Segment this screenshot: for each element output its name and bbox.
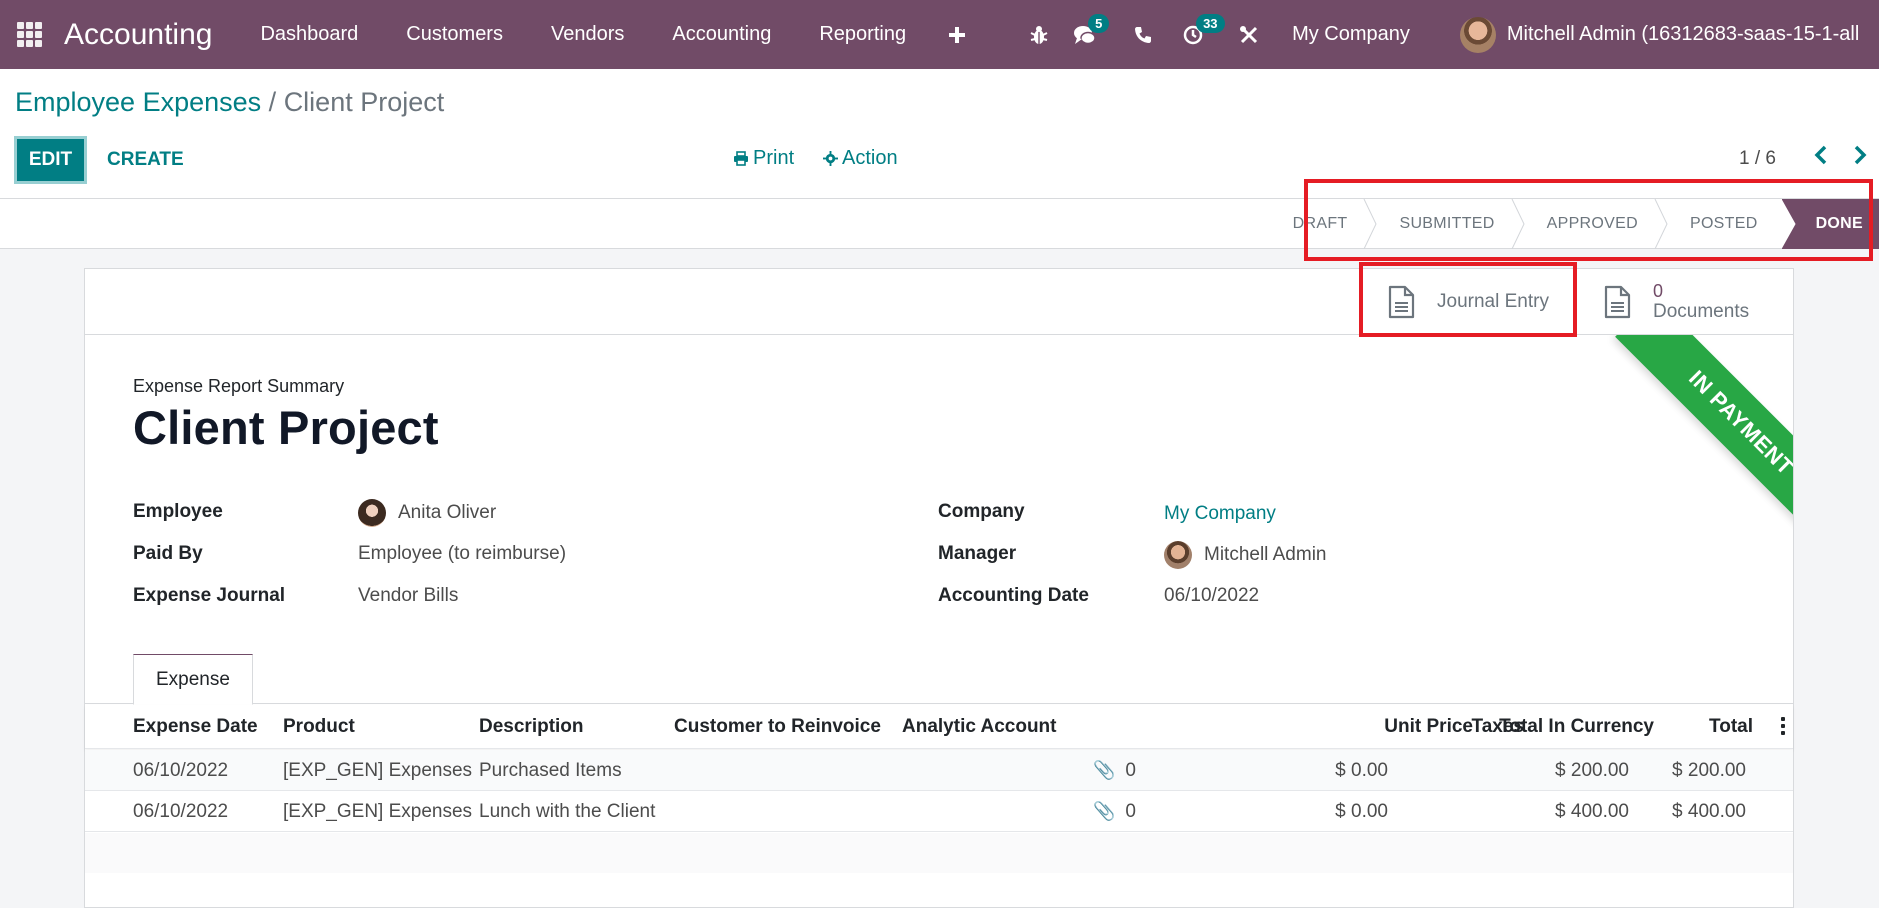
status-step-draft[interactable]: DRAFT: [1265, 199, 1378, 249]
paperclip-icon: 📎: [1093, 760, 1116, 780]
quick-create-button[interactable]: [934, 0, 980, 69]
documents-button[interactable]: 0 Documents: [1576, 269, 1795, 335]
top-navbar: Accounting Dashboard Customers Vendors A…: [0, 0, 1879, 69]
status-bar: DRAFT SUBMITTED APPROVED POSTED DONE: [0, 199, 1879, 249]
breadcrumb: Employee Expenses / Client Project: [15, 87, 444, 118]
company-field[interactable]: My Company: [1164, 503, 1276, 525]
print-label: Print: [753, 147, 795, 169]
attachment-count[interactable]: 📎 0: [1093, 801, 1136, 823]
documents-label: Documents: [1653, 301, 1750, 322]
control-panel: Employee Expenses / Client Project EDIT …: [0, 69, 1879, 199]
journal-entry-button[interactable]: Journal Entry: [1360, 269, 1576, 335]
paperclip-icon: 📎: [1093, 801, 1116, 821]
print-button[interactable]: Print: [733, 147, 794, 170]
gear-icon: [823, 151, 838, 166]
chevron-right-icon: [1854, 145, 1867, 165]
breadcrumb-parent[interactable]: Employee Expenses: [15, 87, 261, 117]
col-product[interactable]: Product: [283, 716, 355, 738]
manager-field[interactable]: Mitchell Admin: [1164, 541, 1327, 569]
status-step-submitted[interactable]: SUBMITTED: [1371, 199, 1525, 249]
plus-icon: [949, 26, 966, 43]
table-row[interactable]: 06/10/2022 [EXP_GEN] Expenses Lunch with…: [85, 791, 1793, 832]
pager-next-button[interactable]: [1853, 145, 1867, 171]
pager-previous-button[interactable]: [1814, 145, 1828, 171]
breadcrumb-separator: /: [268, 87, 277, 117]
status-step-posted[interactable]: POSTED: [1662, 199, 1782, 249]
user-avatar: [1459, 16, 1496, 53]
expense-table-header: Expense Date Product Description Custome…: [85, 705, 1793, 749]
col-unit-price[interactable]: Unit Price: [1384, 716, 1473, 738]
messages-button[interactable]: 5: [1062, 0, 1110, 69]
apps-menu-button[interactable]: [2, 0, 56, 69]
pager-value[interactable]: 1 / 6: [1739, 148, 1776, 170]
col-total-currency[interactable]: Total In Currency: [1499, 716, 1654, 738]
company-label: Company: [938, 501, 1025, 522]
status-step-approved[interactable]: APPROVED: [1519, 199, 1668, 249]
user-menu[interactable]: Mitchell Admin (16312683-saas-15-1-all: [1459, 16, 1860, 53]
documents-count: 0: [1653, 281, 1664, 301]
col-customer-reinvoice[interactable]: Customer to Reinvoice: [674, 716, 881, 738]
status-step-done[interactable]: DONE: [1781, 199, 1879, 249]
manager-label: Manager: [938, 543, 1017, 564]
action-button[interactable]: Action: [823, 147, 898, 170]
employee-avatar: [358, 499, 386, 527]
empty-table-row: [85, 833, 1793, 873]
messages-badge: 5: [1088, 14, 1110, 33]
attachment-count[interactable]: 📎 0: [1093, 760, 1136, 782]
form-title: Client Project: [133, 401, 439, 454]
ribbon-label: IN PAYMENT: [1615, 335, 1793, 545]
tab-expense[interactable]: Expense: [133, 654, 253, 705]
printer-icon: [734, 151, 748, 166]
user-name: Mitchell Admin (16312683-saas-15-1-all: [1506, 23, 1860, 45]
breadcrumb-current: Client Project: [283, 87, 445, 117]
manager-avatar: [1164, 541, 1192, 569]
optional-columns-toggle[interactable]: [1781, 717, 1785, 738]
col-analytic-account[interactable]: Analytic Account: [902, 716, 1057, 738]
expense-journal-field[interactable]: Vendor Bills: [358, 585, 458, 607]
form-sheet: Journal Entry 0 Documents IN PAYMENT Exp…: [84, 268, 1794, 908]
table-row[interactable]: 06/10/2022 [EXP_GEN] Expenses Purchased …: [85, 750, 1793, 791]
expense-journal-label: Expense Journal: [133, 585, 286, 606]
col-total[interactable]: Total: [1709, 716, 1753, 738]
phone-icon: [1135, 26, 1152, 43]
document-icon: [1388, 285, 1415, 319]
debug-button[interactable]: [1016, 0, 1062, 69]
chevron-left-icon: [1814, 145, 1827, 165]
action-label: Action: [842, 147, 898, 169]
journal-entry-label: Journal Entry: [1437, 291, 1549, 312]
col-description[interactable]: Description: [479, 716, 584, 738]
menu-vendors[interactable]: Vendors: [527, 23, 648, 46]
menu-dashboard[interactable]: Dashboard: [236, 23, 382, 46]
activities-badge: 33: [1196, 14, 1225, 33]
document-icon: [1604, 285, 1631, 319]
status-steps: DRAFT SUBMITTED APPROVED POSTED DONE: [1265, 199, 1879, 249]
form-subtitle: Expense Report Summary: [133, 376, 345, 396]
company-switcher[interactable]: My Company: [1292, 23, 1410, 46]
status-ribbon: IN PAYMENT: [1583, 335, 1793, 545]
bug-icon: [1030, 25, 1048, 44]
employee-field[interactable]: Anita Oliver: [358, 499, 496, 527]
menu-reporting[interactable]: Reporting: [795, 23, 930, 46]
activities-button[interactable]: 33: [1170, 0, 1225, 69]
tools-icon: [1240, 25, 1258, 43]
menu-customers[interactable]: Customers: [382, 23, 527, 46]
apps-grid-icon: [16, 22, 42, 47]
accounting-date-label: Accounting Date: [938, 585, 1089, 606]
settings-tools-button[interactable]: [1226, 0, 1272, 69]
smart-button-box: Journal Entry 0 Documents: [85, 269, 1793, 335]
col-expense-date[interactable]: Expense Date: [133, 716, 258, 738]
paid-by-field[interactable]: Employee (to reimburse): [358, 543, 566, 565]
create-button[interactable]: CREATE: [107, 149, 184, 171]
app-name[interactable]: Accounting: [64, 18, 212, 52]
menu-accounting[interactable]: Accounting: [648, 23, 795, 46]
paid-by-label: Paid By: [133, 543, 203, 564]
accounting-date-field[interactable]: 06/10/2022: [1164, 585, 1259, 607]
employee-label: Employee: [133, 501, 223, 522]
notebook-tabs: Expense: [85, 654, 1793, 705]
phone-button[interactable]: [1120, 0, 1166, 69]
edit-button[interactable]: EDIT: [14, 136, 87, 184]
